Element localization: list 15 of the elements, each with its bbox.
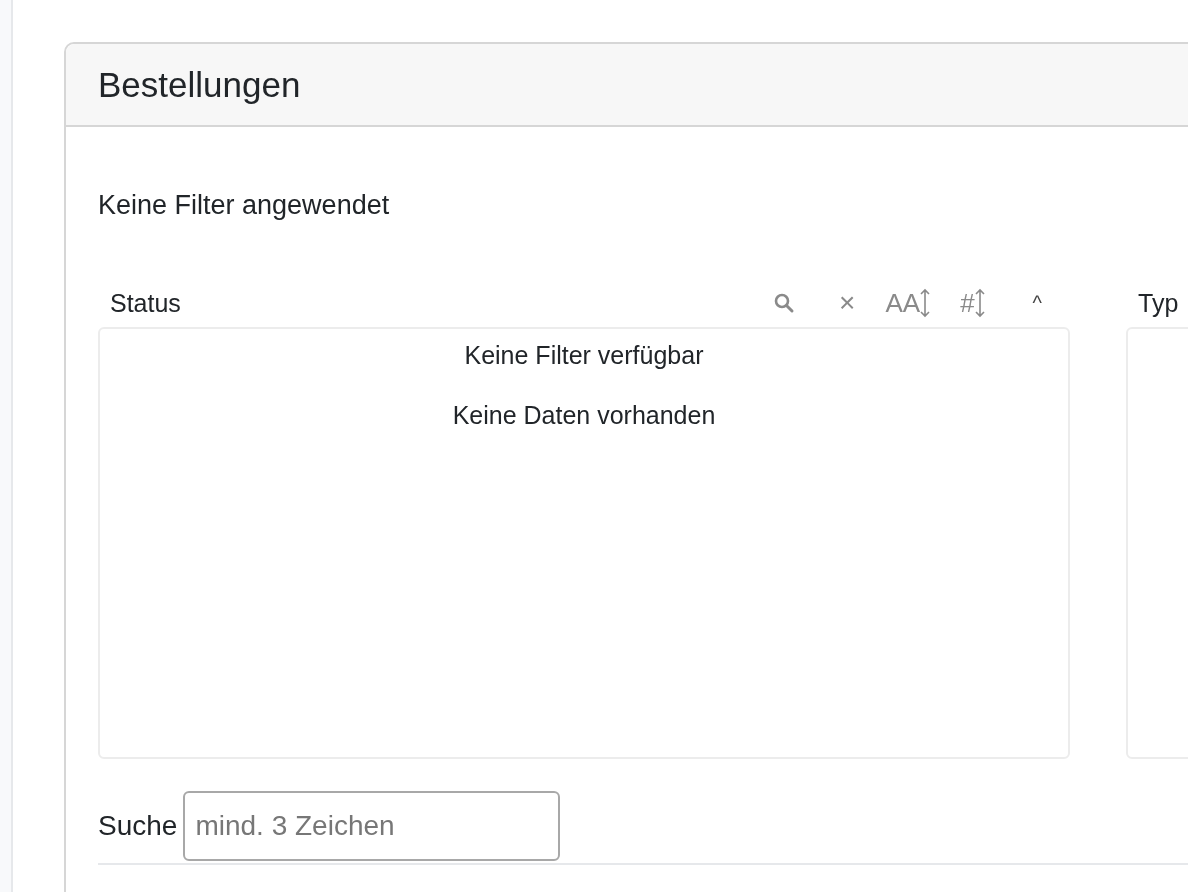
sort-numeric-button[interactable]: # xyxy=(960,287,985,319)
up-down-arrow-icon xyxy=(974,288,985,318)
up-down-arrow-icon xyxy=(920,288,931,318)
search-field[interactable]: mind. 3 Zeichen xyxy=(183,791,561,861)
filter-label: Status xyxy=(110,288,181,318)
empty-message: Keine Daten vorhanden xyxy=(451,400,717,431)
card-title: Bestellungen xyxy=(98,64,301,105)
sort-alpha-button[interactable]: AA xyxy=(885,287,931,319)
collapse-button[interactable]: ^ xyxy=(1032,291,1042,315)
close-icon[interactable]: × xyxy=(839,287,856,319)
filter-summary: Keine Filter angewendet xyxy=(98,189,391,222)
empty-message: Keine Filter verfügbar xyxy=(463,340,705,371)
search-label: Suche xyxy=(98,810,178,842)
search-icon[interactable] xyxy=(773,292,796,314)
filter-label: Typ xyxy=(1138,288,1179,318)
